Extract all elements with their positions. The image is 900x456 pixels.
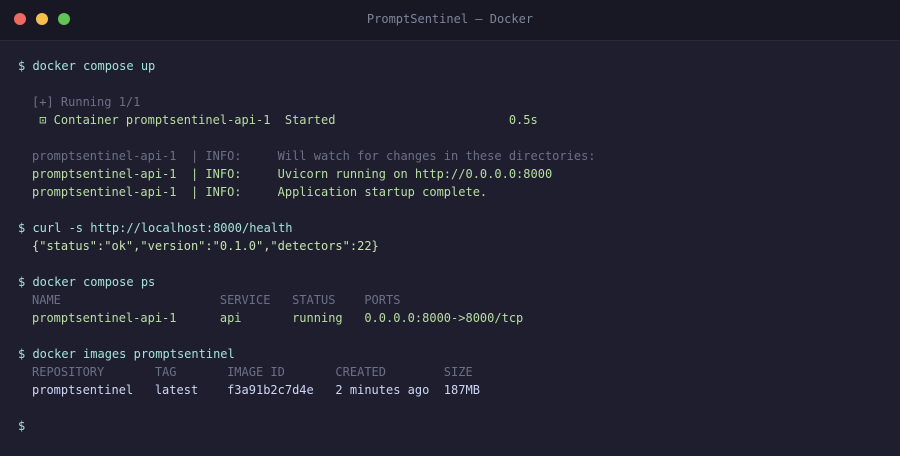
command-line: $ docker compose ps — [18, 275, 156, 289]
command-line: $ docker compose up — [18, 59, 156, 73]
title-bar: PromptSentinel — Docker — [0, 0, 900, 41]
command-line: $ docker images promptsentinel — [18, 347, 235, 361]
health-response: {"status":"ok","version":"0.1.0","detect… — [32, 239, 379, 253]
images-table-header: REPOSITORY TAG IMAGE ID CREATED SIZE — [32, 365, 473, 379]
ps-table-header: NAME SERVICE STATUS PORTS — [32, 293, 401, 307]
command-line: $ curl -s http://localhost:8000/health — [18, 221, 293, 235]
terminal-window: PromptSentinel — Docker $ docker compose… — [0, 0, 900, 456]
shell-prompt[interactable]: $ — [18, 417, 890, 435]
running-status: [+] Running 1/1 — [32, 95, 141, 109]
window-title: PromptSentinel — Docker — [366, 12, 534, 26]
ps-table-row: promptsentinel-api-1 api running 0.0.0.0… — [32, 311, 524, 325]
terminal-output[interactable]: $ docker compose up [+] Running 1/1 ⊡ Co… — [18, 57, 890, 435]
log-line: promptsentinel-api-1 | INFO: Application… — [32, 185, 488, 199]
log-line: promptsentinel-api-1 | INFO: Will watch … — [32, 149, 596, 163]
log-line: promptsentinel-api-1 | INFO: Uvicorn run… — [32, 167, 553, 181]
container-status: ⊡ Container promptsentinel-api-1 Started… — [32, 113, 538, 127]
images-table-row: promptsentinel latest f3a91b2c7d4e 2 min… — [32, 383, 480, 397]
